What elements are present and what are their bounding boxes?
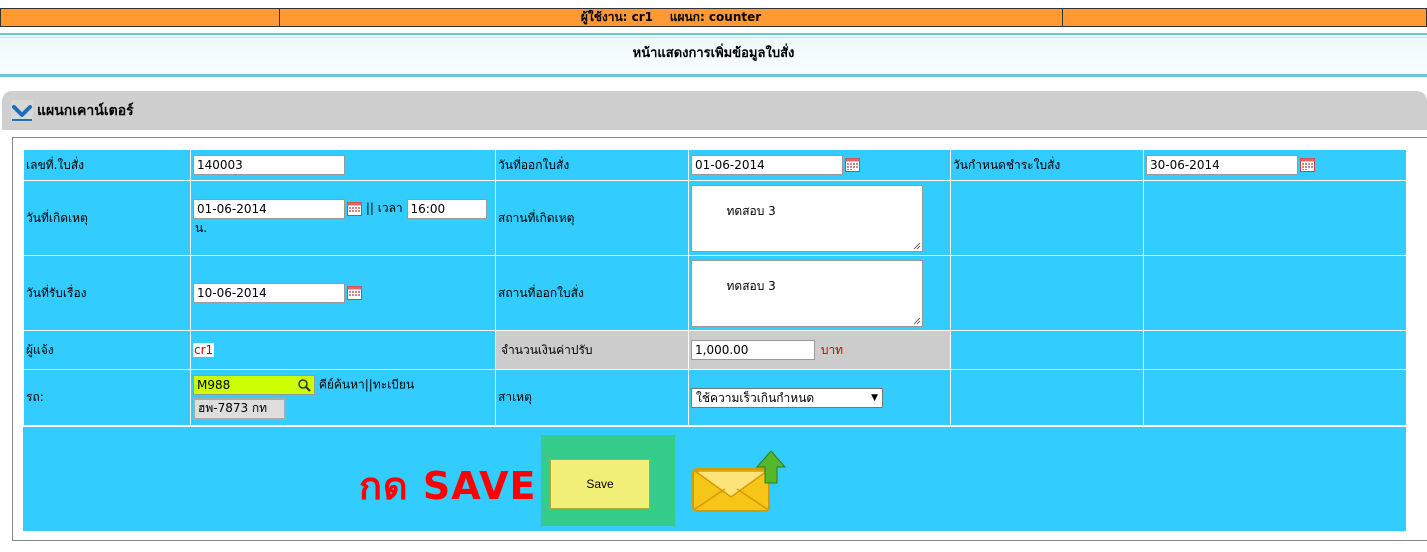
resize-grip-icon[interactable] (913, 242, 921, 250)
calendar-icon[interactable] (347, 286, 362, 300)
fine-input[interactable]: 1,000.00 (691, 340, 815, 360)
received-date-input[interactable]: 10-06-2014 (193, 283, 345, 303)
incident-place-text: ทดสอบ 3 (726, 203, 776, 218)
save-button[interactable]: Save (550, 459, 650, 509)
calendar-icon[interactable] (1300, 158, 1315, 172)
issue-place-label: สถานที่ออกใบสั่ง (495, 255, 689, 331)
issue-date-label: วันที่ออกใบสั่ง (495, 149, 689, 181)
issue-place-textarea[interactable]: ทดสอบ 3 (691, 259, 923, 327)
save-button-frame: Save (541, 435, 675, 526)
user-info-text: ผู้ใช้งาน: cr1 แผนก: counter (280, 9, 1063, 26)
received-date-label: วันที่รับเรื่อง (23, 255, 191, 331)
incident-date-label: วันที่เกิดเหตุ (23, 180, 191, 256)
ticket-form-table: เลขที่.ใบสั่ง 140003 วันที่ออกใบสั่ง 01-… (23, 149, 1407, 426)
user-info-bar: ผู้ใช้งาน: cr1 แผนก: counter (0, 8, 1427, 27)
search-icon[interactable] (297, 378, 311, 392)
page-title: หน้าแสดงการเพิ่มข้อมูลใบสั่ง (632, 46, 795, 61)
car-search-hint: คีย์ค้นหา||ทะเบียน (318, 377, 415, 392)
reporter-label: ผู้แจ้ง (23, 330, 191, 370)
form-row: วันที่รับเรื่อง 10-06-2014 สถานที่ออกใบส… (23, 255, 1407, 331)
form-row: รถ: M988 คีย์ค้นหา||ทะเบียน ฮพ-7873 กท ส… (23, 369, 1407, 426)
incident-place-label: สถานที่เกิดเหตุ (495, 180, 689, 256)
form-row: วันที่เกิดเหตุ 01-06-2014 || เวลา 16:00 … (23, 180, 1407, 256)
fine-label: จำนวนเงินค่าปรับ (495, 330, 689, 370)
incident-place-textarea[interactable]: ทดสอบ 3 (691, 184, 923, 252)
action-row: กด SAVE Save (23, 427, 1406, 531)
car-search-input[interactable]: M988 (193, 375, 315, 395)
due-date-label: วันกำหนดชำระใบสั่ง (950, 149, 1144, 181)
car-label: รถ: (23, 369, 191, 426)
time-unit: น. (195, 220, 208, 235)
section-title: แผนกเคาน์เตอร์ (37, 102, 134, 119)
cause-label: สาเหตุ (495, 369, 689, 426)
send-mail-icon (692, 451, 787, 512)
form-row: เลขที่.ใบสั่ง 140003 วันที่ออกใบสั่ง 01-… (23, 149, 1407, 181)
ticket-no-label: เลขที่.ใบสั่ง (23, 149, 191, 181)
car-plate-field: ฮพ-7873 กท (193, 398, 286, 420)
calendar-icon[interactable] (347, 201, 362, 216)
press-save-label: กด SAVE (359, 464, 537, 508)
reporter-value: cr1 (193, 343, 215, 357)
chevron-down-icon[interactable] (11, 99, 33, 122)
time-label: || เวลา (365, 201, 403, 216)
section-header[interactable]: แผนกเคาน์เตอร์ (2, 91, 1427, 130)
calendar-icon[interactable] (845, 158, 860, 172)
due-date-input[interactable]: 30-06-2014 (1146, 155, 1298, 175)
dropdown-arrow-icon: ▼ (871, 392, 878, 403)
incident-time-input[interactable]: 16:00 (406, 198, 487, 219)
user-bar-right (1063, 9, 1426, 26)
page-title-band: หน้าแสดงการเพิ่มข้อมูลใบสั่ง (0, 33, 1427, 77)
cause-select[interactable]: ใช้ความเร็วเกินกำหนด ▼ (691, 387, 883, 408)
issue-date-input[interactable]: 01-06-2014 (691, 155, 843, 175)
fine-unit: บาท (820, 342, 844, 357)
user-bar-left (1, 9, 280, 26)
issue-place-text: ทดสอบ 3 (726, 278, 776, 293)
incident-date-input[interactable]: 01-06-2014 (193, 198, 345, 219)
resize-grip-icon[interactable] (913, 317, 921, 325)
ticket-no-input[interactable]: 140003 (193, 155, 345, 175)
form-row: ผู้แจ้ง cr1 จำนวนเงินค่าปรับ 1,000.00 บา… (23, 330, 1407, 370)
